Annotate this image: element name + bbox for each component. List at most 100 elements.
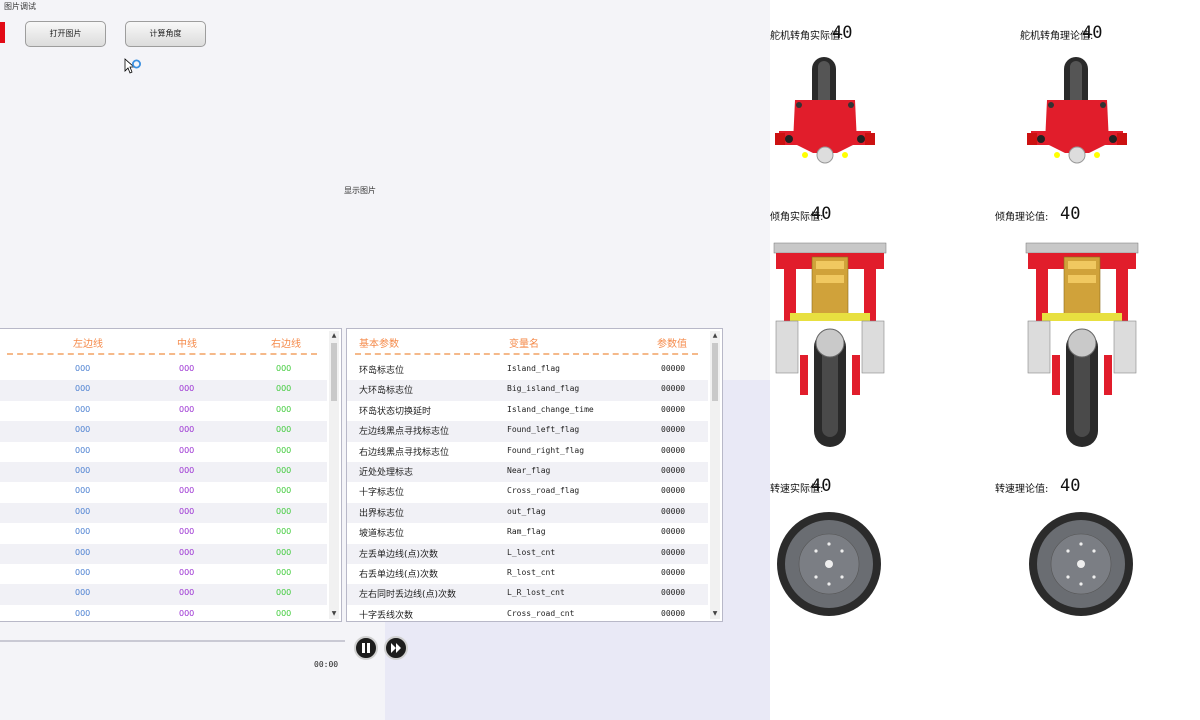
variable-name-cell: Island_change_time — [507, 404, 594, 414]
table-row[interactable]: 000 000 000 — [0, 482, 327, 502]
param-value-cell: 00000 — [661, 445, 686, 455]
param-table-scrollbar[interactable]: ▲ ▼ — [710, 331, 720, 619]
mid-line-cell: 000 — [179, 608, 195, 618]
scroll-up-icon[interactable]: ▲ — [711, 332, 719, 340]
table-row[interactable]: 十字标志位 Cross_road_flag 00000 — [347, 482, 708, 502]
pause-icon — [362, 643, 370, 653]
mid-line-cell: 000 — [179, 567, 195, 577]
left-line-cell: 000 — [75, 404, 91, 414]
variable-name-cell: Near_flag — [507, 465, 551, 475]
busy-cursor-icon — [124, 58, 141, 74]
left-line-cell: 000 — [75, 425, 91, 435]
variable-name-cell: Cross_road_flag — [507, 486, 580, 496]
servo-theory-value: 40 — [1082, 23, 1103, 43]
mid-line-cell: 000 — [179, 486, 195, 496]
left-panel: 图片调试 打开图片 计算角度 显示图片 左边线 中线 右边线 000 000 000… — [0, 0, 770, 720]
table-row[interactable]: 近处处理标志 Near_flag 00000 — [347, 461, 708, 483]
param-name-cell: 左右同时丢边线(点)次数 — [359, 590, 457, 601]
scroll-down-icon[interactable]: ▼ — [330, 610, 338, 618]
column-header-variable: 变量名 — [509, 339, 539, 350]
line-table-scrollbar[interactable]: ▲ ▼ — [329, 331, 339, 619]
playback-slider[interactable] — [0, 640, 345, 642]
column-header-left-line: 左边线 — [73, 339, 103, 350]
right-line-cell: 000 — [276, 384, 292, 394]
left-line-cell: 000 — [75, 506, 91, 516]
mid-line-cell: 000 — [179, 384, 195, 394]
column-header-basic-param: 基本参数 — [359, 339, 399, 350]
variable-name-cell: Found_right_flag — [507, 445, 585, 455]
table-row[interactable]: 000 000 000 — [0, 523, 327, 543]
param-value-cell: 00000 — [661, 588, 686, 598]
param-value-cell: 00000 — [661, 527, 686, 537]
variable-name-cell: L_lost_cnt — [507, 547, 556, 557]
table-row[interactable]: 000 000 000 — [0, 543, 327, 564]
param-name-cell: 大环岛标志位 — [359, 386, 414, 397]
red-indicator — [0, 22, 5, 43]
table-row[interactable]: 左丢单边线(点)次数 L_lost_cnt 00000 — [347, 543, 708, 564]
param-name-cell: 十字丢线次数 — [359, 610, 414, 621]
table-row[interactable]: 左右同时丢边线(点)次数 L_R_lost_cnt 00000 — [347, 584, 708, 605]
param-name-cell: 左丢单边线(点)次数 — [359, 549, 439, 560]
table-row[interactable]: 000 000 000 — [0, 605, 327, 625]
header-divider — [7, 353, 317, 355]
speed-theory-value: 40 — [1060, 476, 1081, 496]
table-row[interactable]: 坡道标志位 Ram_flag 00000 — [347, 523, 708, 543]
left-line-cell: 000 — [75, 608, 91, 618]
mid-line-cell: 000 — [179, 404, 195, 414]
tilt-chassis-front-icon — [773, 242, 887, 447]
table-row[interactable]: 000 000 000 — [0, 564, 327, 584]
right-line-cell: 000 — [276, 567, 292, 577]
right-line-cell: 000 — [276, 608, 292, 618]
table-row[interactable]: 000 000 000 — [0, 401, 327, 421]
open-image-button[interactable]: 打开图片 — [25, 21, 106, 47]
pause-button[interactable] — [354, 636, 378, 660]
scroll-thumb[interactable] — [712, 343, 718, 401]
table-row[interactable]: 000 000 000 — [0, 421, 327, 442]
table-row[interactable]: 右丢单边线(点)次数 R_lost_cnt 00000 — [347, 564, 708, 584]
table-row[interactable]: 环岛状态切换延时 Island_change_time 00000 — [347, 401, 708, 421]
table-row[interactable]: 000 000 000 — [0, 442, 327, 462]
tilt-actual-value: 40 — [811, 204, 832, 224]
table-row[interactable]: 十字丢线次数 Cross_road_cnt 00000 — [347, 605, 708, 625]
line-rows: 000 000 000 000 000 000 000 000 000 000 000 000 000 0… — [0, 360, 327, 625]
edge-line-table: 左边线 中线 右边线 000 000 000 000 000 000 000 000 000 00… — [0, 328, 342, 622]
mid-line-cell: 000 — [179, 547, 195, 557]
left-line-cell: 000 — [75, 465, 91, 475]
table-row[interactable]: 000 000 000 — [0, 360, 327, 380]
param-name-cell: 环岛状态切换延时 — [359, 406, 432, 417]
table-row[interactable]: 大环岛标志位 Big_island_flag 00000 — [347, 380, 708, 401]
right-line-cell: 000 — [276, 445, 292, 455]
variable-name-cell: R_lost_cnt — [507, 567, 556, 577]
variable-name-cell: Island_flag — [507, 364, 560, 373]
table-row[interactable]: 环岛标志位 Island_flag 00000 — [347, 360, 708, 380]
calc-angle-button[interactable]: 计算角度 — [125, 21, 206, 47]
table-row[interactable]: 右边线黑点寻找标志位 Found_right_flag 00000 — [347, 442, 708, 462]
mid-line-cell: 000 — [179, 425, 195, 435]
right-line-cell: 000 — [276, 527, 292, 537]
speed-actual-value: 40 — [811, 476, 832, 496]
param-value-cell: 00000 — [661, 384, 686, 394]
mid-line-cell: 000 — [179, 506, 195, 516]
variable-name-cell: Cross_road_cnt — [507, 608, 575, 618]
scroll-down-icon[interactable]: ▼ — [711, 610, 719, 618]
right-line-cell: 000 — [276, 486, 292, 496]
scroll-thumb[interactable] — [331, 343, 337, 401]
table-row[interactable]: 左边线黑点寻找标志位 Found_left_flag 00000 — [347, 421, 708, 442]
table-row[interactable]: 000 000 000 — [0, 461, 327, 483]
fast-forward-icon — [391, 643, 401, 653]
tilt-chassis-front-icon — [1025, 242, 1139, 447]
servo-wheel-top-icon — [775, 57, 875, 164]
playback-time: 00:00 — [314, 660, 339, 669]
next-frame-button[interactable] — [384, 636, 408, 660]
table-row[interactable]: 出界标志位 out_flag 00000 — [347, 502, 708, 524]
mid-line-cell: 000 — [179, 588, 195, 598]
param-name-cell: 出界标志位 — [359, 508, 405, 519]
table-row[interactable]: 000 000 000 — [0, 584, 327, 605]
left-line-cell: 000 — [75, 527, 91, 537]
param-name-cell: 右丢单边线(点)次数 — [359, 569, 439, 580]
table-row[interactable]: 000 000 000 — [0, 380, 327, 401]
param-value-cell: 00000 — [661, 425, 686, 435]
scroll-up-icon[interactable]: ▲ — [330, 332, 338, 340]
param-name-cell: 左边线黑点寻找标志位 — [359, 427, 450, 438]
table-row[interactable]: 000 000 000 — [0, 502, 327, 524]
